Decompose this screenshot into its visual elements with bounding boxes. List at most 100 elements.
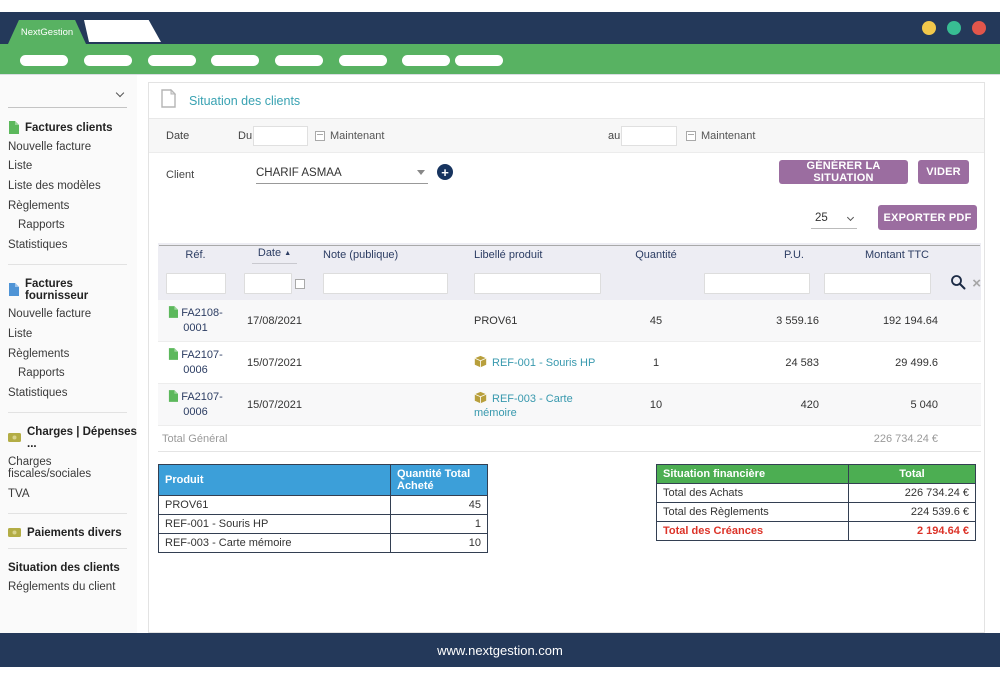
secondary-tab[interactable] [84, 20, 161, 42]
brand-tab[interactable]: NextGestion [8, 20, 86, 44]
search-icon[interactable] [950, 274, 966, 293]
product-name: REF-003 - Carte mémoire [159, 534, 391, 553]
sidebar-item-liste[interactable]: Liste [8, 324, 137, 344]
column-header-date-label: Date [258, 247, 281, 259]
invoice-row[interactable]: FA2108-0001 17/08/2021 PROV61 45 3 559.1… [158, 300, 981, 342]
client-label: Client [166, 169, 194, 181]
sidebar-section-factures-fournisseur[interactable]: Factures fournisseur [8, 278, 137, 302]
date-to-input[interactable] [621, 126, 677, 146]
window-minimize-button[interactable] [922, 21, 936, 35]
sidebar-item-charges-fiscales-sociales[interactable]: Charges fiscales/sociales [8, 453, 137, 485]
sidebar-item-reglements-du-client[interactable]: Réglements du client [8, 577, 137, 597]
filter-note-input[interactable] [323, 273, 448, 294]
product-link[interactable]: REF-001 - Souris HP [492, 357, 595, 369]
product-link[interactable]: REF-003 - Carte mémoire [474, 393, 573, 419]
title-bar: NextGestion [0, 12, 1000, 44]
filter-product-input[interactable] [474, 273, 601, 294]
column-header-date[interactable]: Date ▲ [233, 247, 316, 264]
invoice-pu: 420 [704, 399, 821, 411]
column-header-ttc[interactable]: Montant TTC [821, 249, 946, 261]
nav-menu-placeholder[interactable] [402, 55, 450, 66]
table-toolbar: 25 EXPORTER PDF [149, 204, 984, 234]
sidebar-item-rapports[interactable]: Rapports [8, 215, 137, 235]
date-from-input[interactable] [253, 126, 308, 146]
calendar-icon[interactable] [295, 279, 305, 289]
client-filter-row: Client CHARIF ASMAA + GÉNÉRER LA SITUATI… [149, 153, 984, 201]
nav-menu-placeholder[interactable] [148, 55, 196, 66]
product-summary-header-qty: Quantité Total Acheté [391, 465, 488, 496]
calendar-icon[interactable] [315, 131, 325, 141]
divider [8, 264, 127, 265]
calendar-icon[interactable] [686, 131, 696, 141]
filter-ref-input[interactable] [166, 273, 226, 294]
add-client-button[interactable]: + [437, 164, 453, 180]
page-size-select[interactable]: 25 [811, 208, 857, 229]
filter-pu-input[interactable] [704, 273, 810, 294]
sidebar-item-reglements[interactable]: Règlements [8, 344, 137, 364]
column-header-pu[interactable]: P.U. [704, 249, 821, 261]
window-close-button[interactable] [972, 21, 986, 35]
column-header-ref[interactable]: Réf. [158, 249, 233, 261]
invoice-date: 15/07/2021 [233, 399, 316, 411]
column-header-qty[interactable]: Quantité [608, 249, 704, 261]
clear-filter-icon[interactable]: × [972, 276, 981, 291]
caret-down-icon [417, 170, 425, 175]
nav-menu-placeholder[interactable] [339, 55, 387, 66]
page-title: Situation des clients [189, 94, 300, 108]
main-navbar [0, 44, 1000, 75]
chevron-down-icon [116, 89, 124, 97]
sidebar-section-factures-clients[interactable]: Factures clients [8, 121, 137, 134]
sidebar-item-statistiques[interactable]: Statistiques [8, 383, 137, 403]
financial-value: 226 734.24 € [849, 484, 976, 503]
page-header: Situation des clients [149, 83, 984, 119]
sidebar-section-charges-depenses[interactable]: Charges | Dépenses ... [8, 426, 137, 450]
filter-date-input[interactable] [244, 273, 292, 294]
sidebar-item-rapports[interactable]: Rapports [8, 363, 137, 383]
clear-button[interactable]: VIDER [918, 160, 969, 184]
invoice-ref-link[interactable]: FA2108-0001 [164, 306, 228, 336]
now-link[interactable]: Maintenant [701, 130, 755, 142]
sidebar-item-liste[interactable]: Liste [8, 157, 137, 177]
invoice-ref-link[interactable]: FA2107-0006 [164, 390, 228, 420]
column-header-note[interactable]: Note (publique) [316, 249, 461, 261]
sidebar-item-reglements[interactable]: Règlements [8, 196, 137, 216]
sidebar-item-liste-des-modeles[interactable]: Liste des modèles [8, 176, 137, 196]
product-summary-header-produit: Produit [159, 465, 391, 496]
column-header-product[interactable]: Libellé produit [461, 249, 608, 261]
divider [8, 548, 127, 549]
table-row: PROV61 45 [159, 496, 488, 515]
sidebar-item-tva[interactable]: TVA [8, 484, 137, 504]
nav-menu-placeholder[interactable] [455, 55, 503, 66]
sidebar-section-situation-des-clients[interactable]: Situation des clients [8, 562, 137, 574]
nav-menu-placeholder[interactable] [20, 55, 68, 66]
divider [8, 412, 127, 413]
sidebar-dropdown[interactable] [8, 86, 127, 108]
sidebar-section-paiements-divers[interactable]: Paiements divers [8, 527, 137, 539]
invoice-row[interactable]: FA2107-0006 15/07/2021 REF-003 - Carte m… [158, 384, 981, 426]
filter-ttc-input[interactable] [824, 273, 931, 294]
page-size-value: 25 [815, 212, 828, 224]
nav-menu-placeholder[interactable] [275, 55, 323, 66]
nav-menu-placeholder[interactable] [84, 55, 132, 66]
sidebar-item-nouvelle-facture[interactable]: Nouvelle facture [8, 305, 137, 325]
nav-menu-placeholder[interactable] [211, 55, 259, 66]
invoice-row[interactable]: FA2107-0006 15/07/2021 REF-001 - Souris … [158, 342, 981, 384]
date-from-label: Du [238, 130, 252, 142]
window-maximize-button[interactable] [947, 21, 961, 35]
now-link[interactable]: Maintenant [330, 130, 384, 142]
generate-situation-button[interactable]: GÉNÉRER LA SITUATION [779, 160, 908, 184]
footer-bar: www.nextgestion.com [0, 633, 1000, 667]
export-pdf-button[interactable]: EXPORTER PDF [878, 205, 977, 230]
invoice-pu: 24 583 [704, 357, 821, 369]
sidebar-section-label: Paiements divers [27, 527, 122, 539]
financial-value: 2 194.64 € [849, 522, 976, 541]
invoice-table: Réf. Date ▲ Note (publique) Libellé prod… [158, 243, 981, 452]
table-header-row: Réf. Date ▲ Note (publique) Libellé prod… [158, 243, 981, 267]
sidebar-item-statistiques[interactable]: Statistiques [8, 235, 137, 255]
invoice-ref-link[interactable]: FA2107-0006 [164, 348, 228, 378]
financial-summary-header-total: Total [849, 465, 976, 484]
sidebar-item-nouvelle-facture[interactable]: Nouvelle facture [8, 137, 137, 157]
divider [8, 513, 127, 514]
client-select[interactable]: CHARIF ASMAA [256, 162, 428, 184]
product-summary-table: Produit Quantité Total Acheté PROV61 45 … [158, 464, 488, 553]
